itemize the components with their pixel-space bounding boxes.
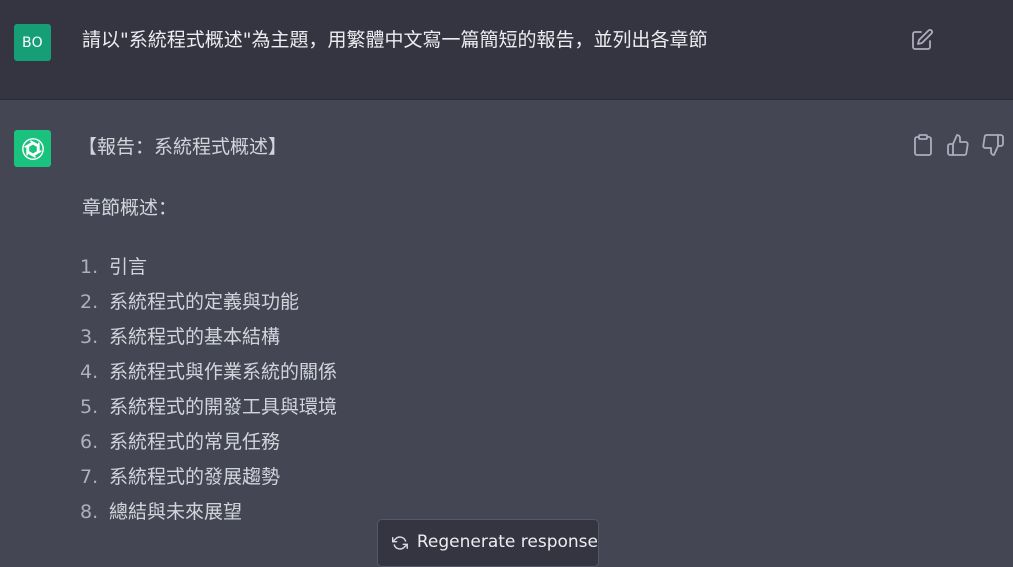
chapter-number: 5. bbox=[80, 396, 99, 418]
assistant-avatar bbox=[14, 130, 51, 167]
edit-icon bbox=[912, 29, 933, 50]
thumbs-up-button[interactable] bbox=[946, 133, 970, 157]
chapter-label: 總結與未來展望 bbox=[109, 501, 243, 523]
user-message-row: BO 請以"系統程式概述"為主題，用繁體中文寫一篇簡短的報告，並列出各章節 bbox=[0, 0, 1013, 100]
chapter-number: 1. bbox=[80, 256, 99, 278]
openai-logo-icon bbox=[21, 137, 44, 160]
chapter-item: 8. 總結與未來展望 bbox=[80, 499, 337, 534]
thumbs-down-button[interactable] bbox=[981, 133, 1005, 157]
chapter-label: 引言 bbox=[109, 256, 148, 278]
chapter-label: 系統程式的定義與功能 bbox=[109, 291, 300, 313]
chapter-list: 1. 引言 2. 系統程式的定義與功能 3. 系統程式的基本結構 4. 系統程式與作業系… bbox=[80, 254, 337, 534]
assistant-message-row: 【報告：系統程式概述】 章節概述： 1. 引言 2. 系統程式的定義與功能 3. 系統… bbox=[0, 100, 1013, 562]
user-message-text: 請以"系統程式概述"為主題，用繁體中文寫一篇簡短的報告，並列出各章節 bbox=[82, 29, 708, 51]
edit-message-button[interactable] bbox=[910, 28, 934, 52]
copy-button[interactable] bbox=[911, 133, 935, 157]
refresh-icon bbox=[392, 536, 408, 550]
chapter-number: 8. bbox=[80, 501, 99, 523]
chapter-number: 7. bbox=[80, 466, 99, 488]
chapter-number: 6. bbox=[80, 431, 99, 453]
report-title: 【報告：系統程式概述】 bbox=[78, 136, 288, 158]
regenerate-response-button[interactable]: Regenerate response bbox=[377, 519, 599, 567]
chapter-number: 3. bbox=[80, 326, 99, 348]
chapter-number: 4. bbox=[80, 361, 99, 383]
chapter-item: 3. 系統程式的基本結構 bbox=[80, 324, 337, 359]
regenerate-label: Regenerate response bbox=[416, 531, 598, 552]
user-avatar: BO bbox=[14, 24, 51, 61]
thumbs-down-icon bbox=[982, 134, 1004, 156]
chapter-item: 6. 系統程式的常見任務 bbox=[80, 429, 337, 464]
message-actions bbox=[911, 133, 1005, 157]
chapter-item: 1. 引言 bbox=[80, 254, 337, 289]
chapter-item: 7. 系統程式的發展趨勢 bbox=[80, 464, 337, 499]
section-heading: 章節概述： bbox=[82, 197, 178, 219]
user-avatar-initials: BO bbox=[22, 34, 43, 51]
chapter-label: 系統程式的發展趨勢 bbox=[109, 466, 281, 488]
chapter-label: 系統程式與作業系統的關係 bbox=[109, 361, 338, 383]
chapter-label: 系統程式的常見任務 bbox=[109, 431, 281, 453]
chapter-label: 系統程式的基本結構 bbox=[109, 326, 281, 348]
chapter-number: 2. bbox=[80, 291, 99, 313]
thumbs-up-icon bbox=[947, 134, 969, 156]
chapter-item: 2. 系統程式的定義與功能 bbox=[80, 289, 337, 324]
clipboard-icon bbox=[914, 134, 932, 156]
chapter-item: 4. 系統程式與作業系統的關係 bbox=[80, 359, 337, 394]
chapter-label: 系統程式的開發工具與環境 bbox=[109, 396, 338, 418]
chapter-item: 5. 系統程式的開發工具與環境 bbox=[80, 394, 337, 429]
